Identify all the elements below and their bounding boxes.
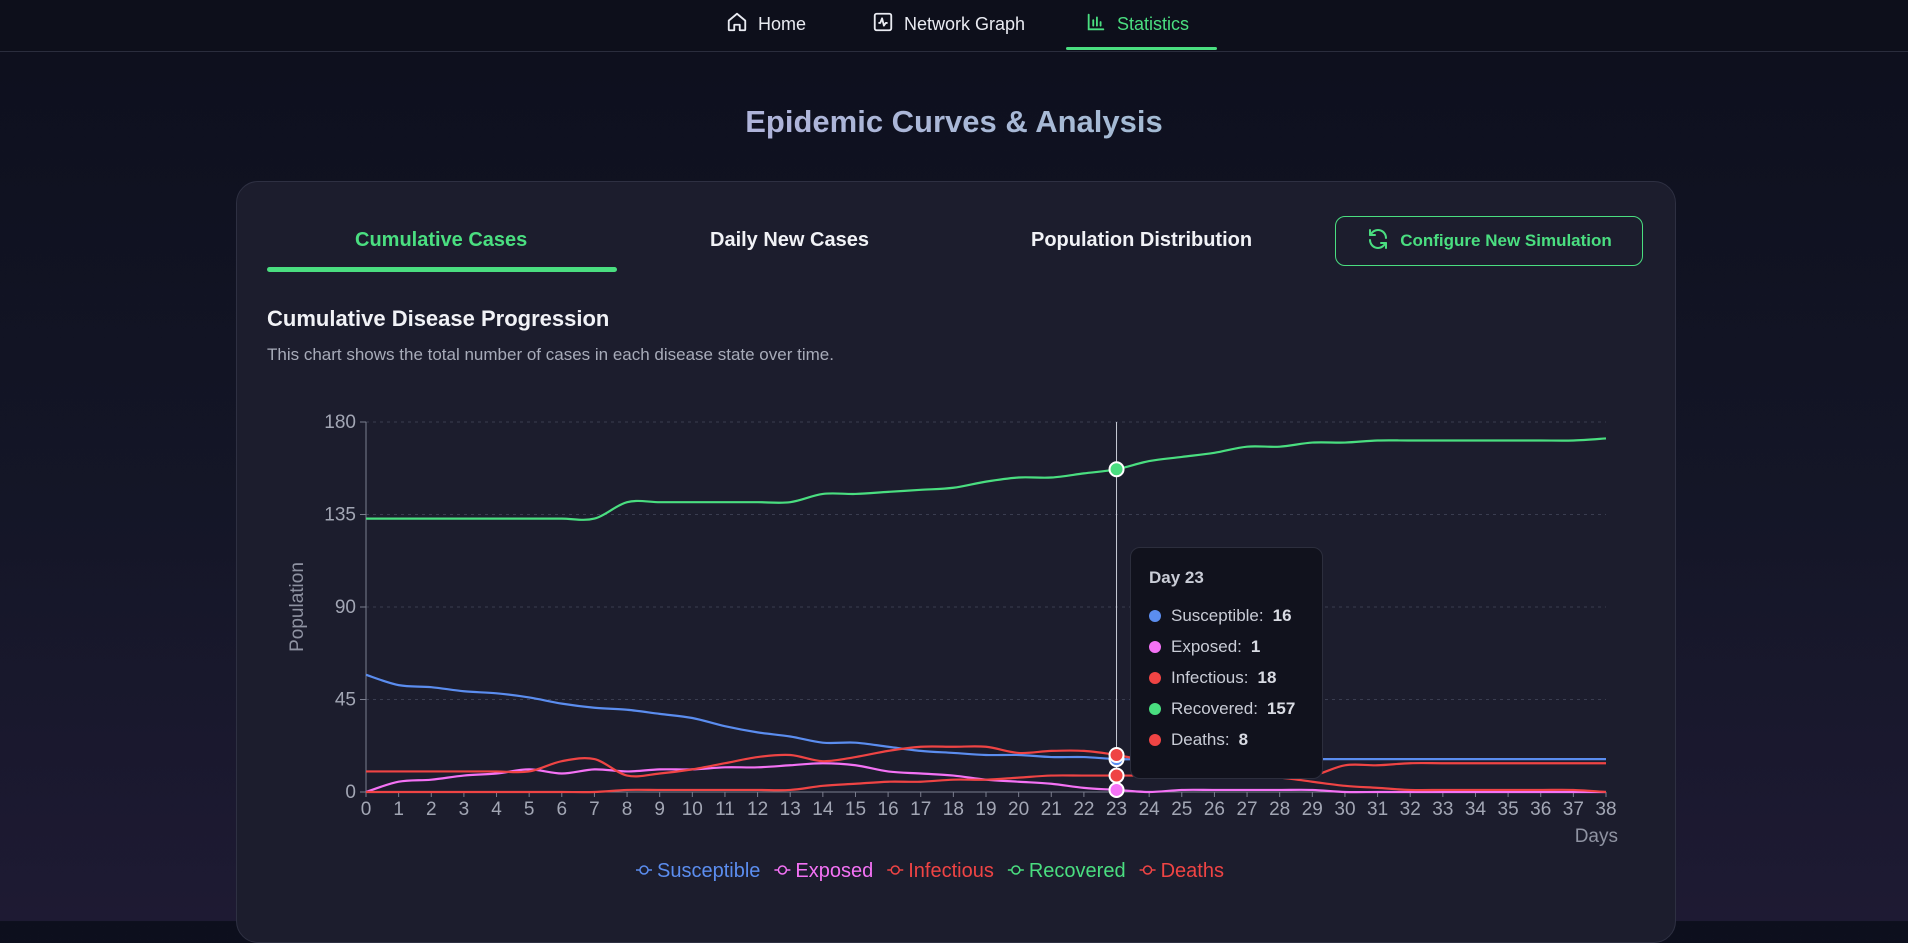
legend-marker-icon bbox=[890, 865, 900, 875]
deaths-dot-icon bbox=[1149, 733, 1161, 746]
x-tick-label: 28 bbox=[1269, 799, 1290, 820]
x-tick-label: 3 bbox=[459, 799, 470, 820]
x-tick-label: 16 bbox=[878, 799, 899, 820]
y-tick-label: 45 bbox=[335, 690, 356, 711]
x-tick-label: 9 bbox=[654, 799, 665, 820]
x-tick-label: 26 bbox=[1204, 799, 1225, 820]
legend-marker-icon bbox=[1142, 865, 1153, 875]
x-tick-label: 24 bbox=[1139, 799, 1161, 820]
x-tick-label: 38 bbox=[1595, 799, 1616, 820]
y-axis-label: Population bbox=[287, 562, 308, 652]
tooltip-label: Deaths: bbox=[1171, 729, 1230, 749]
x-tick-label: 18 bbox=[943, 799, 964, 820]
x-tick-label: 34 bbox=[1465, 799, 1487, 820]
x-tick-label: 7 bbox=[589, 799, 600, 820]
x-tick-label: 23 bbox=[1106, 799, 1127, 820]
x-tick-label: 29 bbox=[1302, 799, 1323, 820]
tooltip-row-susceptible: Susceptible: 16 bbox=[1149, 600, 1304, 631]
x-tick-label: 0 bbox=[361, 799, 372, 820]
x-tick-label: 37 bbox=[1563, 799, 1584, 820]
infectious-dot-icon bbox=[1149, 671, 1161, 684]
x-tick-label: 6 bbox=[557, 799, 568, 820]
legend-marker-icon bbox=[1011, 865, 1021, 875]
x-tick-label: 21 bbox=[1041, 799, 1062, 820]
tooltip-value: 157 bbox=[1266, 698, 1296, 718]
x-tick-label: 12 bbox=[747, 799, 768, 820]
series-line-deaths bbox=[365, 774, 1607, 794]
series-line-exposed bbox=[365, 762, 1606, 794]
x-tick-label: 30 bbox=[1334, 799, 1355, 820]
x-tick-label: 19 bbox=[975, 799, 996, 820]
x-tick-label: 25 bbox=[1171, 799, 1192, 820]
legend-item-susceptible[interactable]: Susceptible bbox=[657, 860, 760, 882]
legend-marker-icon bbox=[639, 865, 649, 875]
x-tick-label: 31 bbox=[1367, 799, 1388, 820]
x-tick-label: 4 bbox=[491, 799, 502, 820]
legend-item-infectious[interactable]: Infectious bbox=[908, 860, 994, 882]
x-tick-label: 1 bbox=[393, 799, 404, 820]
series-line-recovered bbox=[366, 437, 1607, 521]
chart-legend[interactable]: Susceptible Exposed Infectious Recovered Dea… bbox=[636, 860, 1224, 882]
x-tick-label: 17 bbox=[910, 799, 931, 820]
hover-point-infectious bbox=[1108, 747, 1125, 763]
legend-item-deaths[interactable]: Deaths bbox=[1161, 860, 1224, 882]
tooltip-row-infectious: Infectious: 18 bbox=[1149, 662, 1304, 693]
x-tick-label: 11 bbox=[715, 799, 735, 820]
tooltip-label: Susceptible: bbox=[1171, 605, 1264, 625]
x-tick-label: 22 bbox=[1073, 799, 1094, 820]
x-tick-label: 15 bbox=[845, 799, 866, 820]
y-tick-label: 135 bbox=[324, 505, 356, 526]
chart-tooltip: Day 23 Susceptible: 16 Exposed: 1 Infect… bbox=[1130, 547, 1323, 779]
x-tick-label: 33 bbox=[1432, 799, 1453, 820]
tooltip-value: 18 bbox=[1257, 667, 1277, 687]
tooltip-row-exposed: Exposed: 1 bbox=[1149, 631, 1304, 662]
hover-point-recovered bbox=[1108, 461, 1125, 478]
tooltip-value: 1 bbox=[1250, 636, 1261, 656]
x-tick-label: 14 bbox=[812, 799, 834, 820]
x-tick-label: 27 bbox=[1236, 799, 1257, 820]
x-tick-label: 5 bbox=[524, 799, 535, 820]
y-tick-label: 180 bbox=[324, 412, 356, 433]
exposed-dot-icon bbox=[1149, 640, 1161, 653]
x-tick-label: 10 bbox=[682, 799, 703, 820]
x-tick-label: 2 bbox=[426, 799, 437, 820]
tooltip-label: Exposed: bbox=[1171, 636, 1242, 656]
hover-point-exposed bbox=[1108, 781, 1125, 798]
tooltip-value: 16 bbox=[1272, 605, 1292, 625]
tooltip-label: Infectious: bbox=[1171, 667, 1249, 687]
tooltip-day: Day 23 bbox=[1149, 568, 1204, 587]
y-tick-label: 90 bbox=[335, 597, 356, 618]
tooltip-label: Recovered: bbox=[1171, 698, 1258, 718]
recovered-dot-icon bbox=[1149, 702, 1161, 715]
x-tick-label: 8 bbox=[622, 799, 633, 820]
x-tick-label: 13 bbox=[780, 799, 801, 820]
tooltip-row-deaths: Deaths: 8 bbox=[1149, 724, 1304, 755]
legend-item-exposed[interactable]: Exposed bbox=[795, 860, 873, 882]
legend-item-recovered[interactable]: Recovered bbox=[1029, 860, 1126, 882]
hover-point-deaths bbox=[1108, 767, 1125, 784]
y-tick-label: 0 bbox=[345, 782, 356, 803]
tooltip-value: 8 bbox=[1238, 729, 1249, 749]
susceptible-dot-icon bbox=[1149, 609, 1161, 622]
x-tick-label: 36 bbox=[1530, 799, 1551, 820]
x-tick-label: 20 bbox=[1008, 799, 1029, 820]
x-tick-label: 35 bbox=[1498, 799, 1519, 820]
x-axis-label: Days bbox=[1575, 826, 1618, 847]
legend-marker-icon bbox=[777, 865, 788, 875]
x-tick-label: 32 bbox=[1400, 799, 1421, 820]
epidemic-line-chart[interactable]: 045901351800 1 2 3 4 5 6 7 8 9 10 11 12 13 14 15 16 17 18 1… bbox=[0, 0, 1908, 921]
tooltip-row-recovered: Recovered: 157 bbox=[1149, 693, 1304, 724]
